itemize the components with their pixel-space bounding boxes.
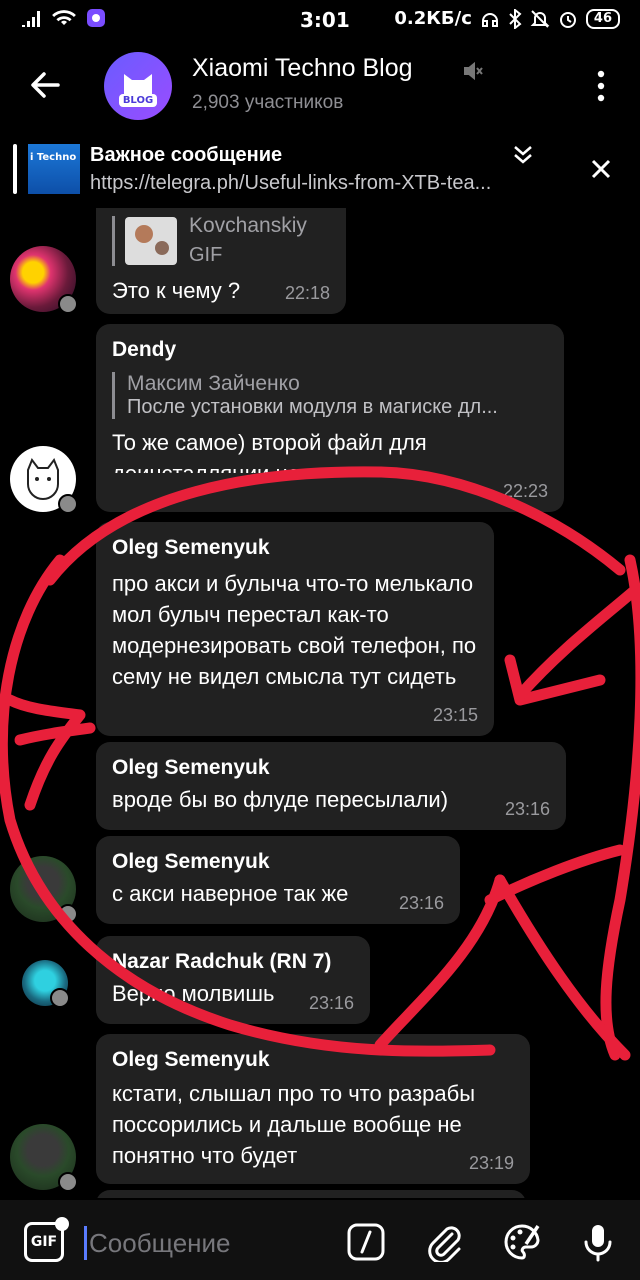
message-list[interactable]: Kovchanskiy GIF Это к чему ? 22:18 Dendy… [0, 208, 640, 1198]
status-dot [58, 494, 78, 514]
sender-name: Oleg Semenyuk [112, 850, 270, 873]
attach-icon[interactable] [424, 1222, 464, 1262]
member-count: 2,903 участников [192, 92, 344, 113]
avatar-tag: BLOG [118, 94, 158, 107]
reply-text: GIF [189, 244, 223, 266]
sender-name: Oleg Semenyuk [112, 756, 270, 779]
mute-icon [464, 61, 483, 81]
pinned-thumbnail: i Techno [28, 144, 80, 194]
status-dot [58, 1172, 78, 1192]
message-time: 23:16 [398, 893, 444, 913]
message-text: вроде бы во флуде пересылали) [112, 787, 449, 812]
expand-icon[interactable] [512, 144, 534, 166]
pinned-message[interactable]: i Techno Важное сообщение https://telegr… [0, 138, 640, 202]
message-text: про акси и булыча что-то мелькало мол бу… [112, 571, 477, 689]
status-dot [58, 294, 78, 314]
avatar[interactable] [10, 246, 78, 314]
channel-title[interactable]: Xiaomi Techno Blog [192, 54, 413, 83]
thumb-text: i Techno [30, 152, 77, 163]
reply-text: После установки модуля в магиске дл... [127, 396, 498, 418]
message-text: кстати, слышал про то что разрабы поссор… [112, 1081, 476, 1168]
message-time: 22:18 [284, 283, 330, 303]
avatar[interactable] [10, 856, 78, 924]
sender-name: Oleg Semenyuk [112, 536, 270, 559]
status-dot [58, 904, 78, 924]
reply-preview[interactable]: Максим Зайченко После установки модуля в… [112, 372, 548, 419]
alarm-icon [559, 11, 576, 28]
message-time: 23:19 [468, 1153, 514, 1173]
message-bubble[interactable]: Oleg Semenyuk с акси наверное так же 23:… [96, 836, 460, 924]
menu-icon[interactable] [594, 70, 608, 102]
mic-icon[interactable] [578, 1222, 618, 1262]
back-icon[interactable] [28, 68, 62, 102]
bluetooth-icon [509, 8, 522, 29]
sender-name: Nazar Radchuk (RN 7) [112, 950, 332, 973]
status-time: 3:01 [300, 8, 350, 32]
message-text: То же самое) второй файл для деинсталляц… [112, 430, 427, 473]
message-time: 23:16 [308, 993, 354, 1013]
reply-name: Максим Зайченко [127, 372, 300, 395]
signal-icon [22, 11, 40, 27]
gif-thumbnail [125, 216, 177, 265]
avatar[interactable] [10, 446, 78, 514]
message-time: 22:23 [502, 481, 548, 501]
headphones-icon [481, 12, 498, 27]
message-bubble[interactable]: Oleg Semenyuk кстати, слышал про то что … [96, 1034, 530, 1184]
close-icon[interactable] [590, 158, 612, 180]
sender-name: Oleg Semenyuk [112, 1048, 270, 1071]
pinned-text: https://telegra.ph/Useful-links-from-XTB… [90, 172, 492, 194]
message-time: 23:15 [432, 705, 478, 725]
avatar[interactable] [22, 960, 70, 1008]
message-bubble[interactable]: Oleg Semenyuk про акси и булыча что-то м… [96, 522, 494, 736]
status-bar: 3:01 0.2КБ/с 46 [0, 0, 640, 40]
channel-avatar[interactable]: BLOG [104, 52, 172, 120]
battery-indicator: 46 [585, 8, 620, 29]
message-input-bar: GIF Сообщение [0, 1200, 640, 1280]
message-time: 23:16 [504, 799, 550, 819]
message-text: с акси наверное так же [112, 881, 349, 906]
app-icon [87, 9, 105, 27]
net-speed: 0.2КБ/с [394, 8, 472, 29]
message-bubble[interactable]: Nazar Radchuk (RN 7) Верно молвишь 23:16 [96, 936, 370, 1024]
message-bubble[interactable]: Dendy Максим Зайченко После установки мо… [96, 324, 564, 512]
brush-icon[interactable] [502, 1222, 542, 1262]
gif-icon[interactable]: GIF [24, 1217, 69, 1262]
status-dot [50, 988, 70, 1008]
pinned-bar [13, 144, 17, 194]
chat-header: BLOG Xiaomi Techno Blog 2,903 участников [0, 40, 640, 132]
command-icon[interactable] [346, 1222, 386, 1262]
avatar[interactable] [10, 1124, 78, 1192]
message-bubble[interactable]: Oleg Semenyuk вроде бы во флуде пересыла… [96, 742, 566, 830]
sender-name: Dendy [112, 338, 177, 361]
message-input[interactable]: Сообщение [84, 1226, 231, 1260]
reply-name: Kovchanskiy [189, 214, 307, 237]
pinned-title: Важное сообщение [90, 144, 283, 166]
message-bubble[interactable]: Kovchanskiy GIF Это к чему ? 22:18 [96, 208, 346, 314]
message-bubble[interactable] [96, 1190, 526, 1198]
no-bell-icon [530, 9, 550, 28]
wifi-icon [52, 10, 76, 25]
